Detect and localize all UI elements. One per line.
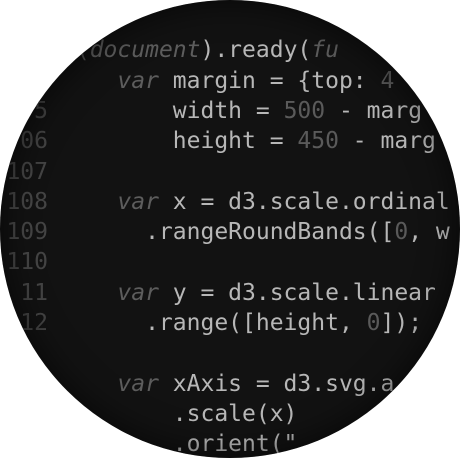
code-token: var <box>117 67 159 94</box>
code-line: 109 .rangeRoundBands([0, w <box>0 217 450 247</box>
code-line: .orient(" <box>0 429 298 458</box>
line-number: 107 <box>6 158 48 185</box>
code-line: 06 height = 450 - marg <box>0 126 436 156</box>
code-token: var <box>117 279 159 306</box>
line-number: 12 <box>20 310 48 336</box>
code-token: .orient(" <box>62 431 298 458</box>
code-token: margin = {top: <box>158 67 381 94</box>
code-token: .rangeRoundBands([ <box>62 219 395 246</box>
code-line: var margin = {top: 4 <box>0 66 394 96</box>
code-token: var <box>117 370 159 397</box>
code-token: ).ready( <box>200 37 312 64</box>
code-token: fu <box>311 37 339 64</box>
line-number: 5 <box>34 97 48 124</box>
code-line: 5 width = 500 - marg <box>0 96 422 126</box>
code-token: $( <box>62 37 90 64</box>
line-number: 110 <box>6 249 48 276</box>
code-token: var <box>117 188 159 215</box>
code-token: , w <box>408 219 450 246</box>
code-token: .scale(x) <box>62 400 298 427</box>
code-token: - marg <box>338 128 436 155</box>
screenshot-frame: ript> $(document).ready(fu var margin = {… <box>0 0 460 458</box>
line-number: 11 <box>20 279 48 306</box>
code-token: - marg <box>325 97 423 124</box>
line-number: 108 <box>6 188 48 215</box>
code-token: 500 <box>283 97 326 124</box>
code-token: xAxis = d3.svg.a <box>158 370 395 397</box>
code-text: var xAxis = d3.svg.a <box>62 369 394 399</box>
code-line: ript> <box>0 5 131 35</box>
code-token: width = <box>62 97 284 124</box>
code-token: ]); <box>380 310 423 336</box>
code-token: x = d3.scale.ordinal <box>158 188 450 215</box>
code-text: ript> <box>62 5 131 35</box>
code-line: 11 var y = d3.scale.linear <box>0 278 436 308</box>
code-line: 110 <box>0 247 62 277</box>
code-line: $(document).ready(fu <box>0 35 339 65</box>
code-text: height = 450 - marg <box>62 126 436 156</box>
code-token: document <box>89 37 201 64</box>
code-line: .scale(x) <box>0 399 298 429</box>
code-token: .range([height, <box>62 310 367 336</box>
code-text: $(document).ready(fu <box>62 35 339 65</box>
code-token: 450 <box>297 128 339 155</box>
code-text: var y = d3.scale.linear <box>62 278 436 308</box>
code-text: .range([height, 0]); <box>62 308 422 338</box>
code-token: 0 <box>394 219 409 246</box>
code-text: var margin = {top: 4 <box>62 66 394 96</box>
code-line: 12 .range([height, 0]); <box>0 308 422 338</box>
code-line: 107 <box>0 157 62 187</box>
code-text: width = 500 - marg <box>62 96 422 126</box>
code-text: .scale(x) <box>62 399 298 429</box>
line-number: 109 <box>6 219 48 246</box>
code-token: y = d3.scale.linear <box>158 279 436 306</box>
code-line: var xAxis = d3.svg.a <box>0 369 394 399</box>
code-token: ript> <box>62 7 132 33</box>
code-text: var x = d3.scale.ordinal <box>62 187 450 217</box>
code-token: 0 <box>366 310 381 336</box>
code-token: 4 <box>380 67 395 94</box>
code-editor-viewport: ript> $(document).ready(fu var margin = {… <box>0 0 460 458</box>
code-token: height = <box>62 128 298 155</box>
code-text: .rangeRoundBands([0, w <box>62 217 450 247</box>
code-line: 108 var x = d3.scale.ordinal <box>0 187 450 217</box>
line-number: 06 <box>20 128 48 155</box>
code-text: .orient(" <box>62 429 298 458</box>
